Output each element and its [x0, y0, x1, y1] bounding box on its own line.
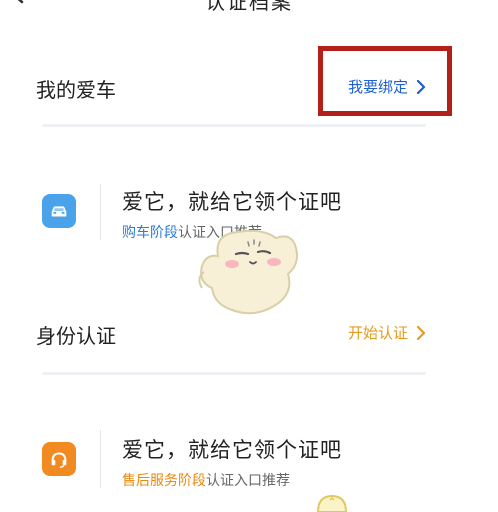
card-separator	[100, 184, 101, 240]
my-car-title: 我的爱车	[36, 78, 116, 102]
start-certify-button[interactable]: 开始认证	[348, 322, 426, 343]
identity-stage-suffix: 认证入口推荐	[206, 473, 290, 489]
page-title: 认证档案	[205, 0, 293, 14]
mascot-sticker-icon	[198, 229, 298, 315]
identity-title: 身份认证	[36, 324, 116, 348]
car-stage-label: 购车阶段	[122, 225, 178, 241]
identity-card-title: 爱它，就给它领个证吧	[122, 438, 342, 462]
identity-certify-card[interactable]: 爱它，就给它领个证吧 售后服务阶段认证入口推荐	[0, 414, 498, 504]
chevron-right-icon	[416, 325, 426, 340]
mascot-partial-icon	[316, 494, 348, 512]
headset-icon	[42, 442, 76, 476]
start-certify-label: 开始认证	[348, 324, 409, 342]
car-card-title: 爱它，就给它领个证吧	[122, 190, 342, 214]
identity-card-subtitle: 售后服务阶段认证入口推荐	[122, 470, 290, 490]
car-icon	[42, 194, 76, 228]
card-separator	[100, 430, 101, 488]
top-bar: 认证档案	[0, 0, 498, 16]
annotation-highlight-box	[318, 46, 452, 116]
section-divider	[42, 124, 426, 127]
identity-stage-label: 售后服务阶段	[122, 473, 206, 489]
section-divider	[42, 372, 426, 375]
